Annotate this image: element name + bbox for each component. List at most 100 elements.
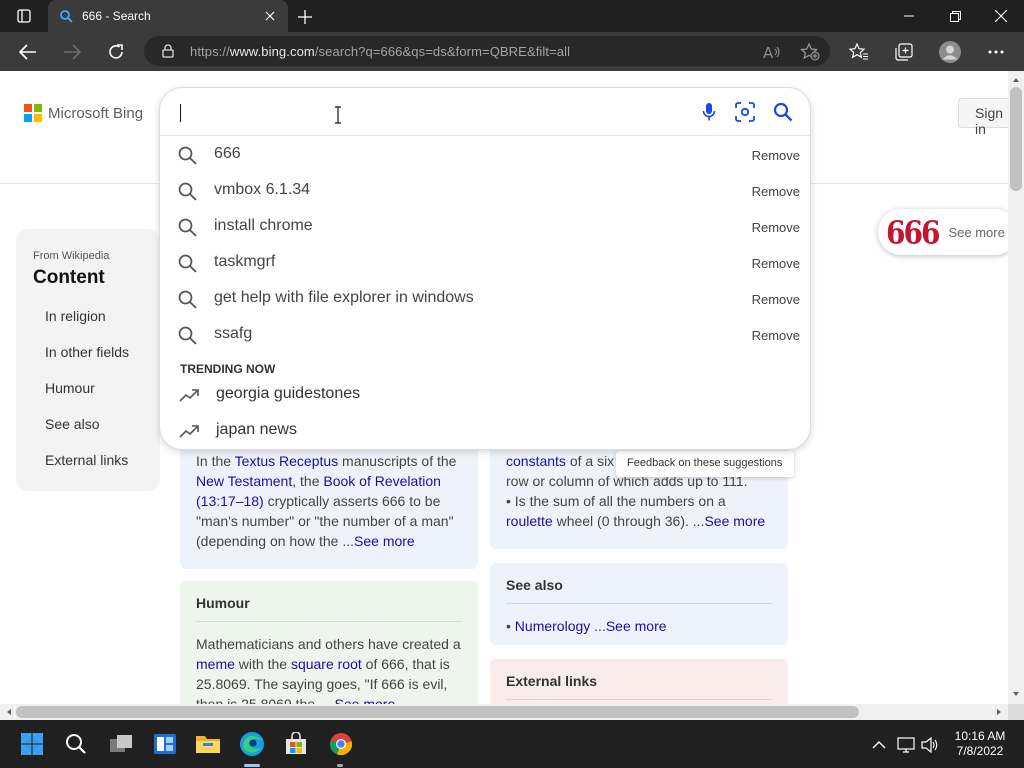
clock-date: 7/8/2022 [956,744,1004,758]
see-also-card: See also • Numerology ...See more [490,563,788,645]
tab-actions-icon[interactable] [13,0,35,32]
refresh-button[interactable] [100,36,132,68]
profile-avatar-icon[interactable] [934,36,966,68]
trending-now-heading: TRENDING NOW [180,362,276,376]
see-also-see-more-link[interactable]: See more [606,618,667,634]
visual-search-camera-icon[interactable] [733,100,757,124]
read-aloud-icon[interactable]: A [756,36,788,68]
suggestion-item[interactable]: get help with file explorer in windows R… [160,281,810,317]
other-fields-see-more-link[interactable]: See more [704,513,765,529]
widgets-icon[interactable] [149,728,181,760]
browser-tab-active[interactable]: 666 - Search [48,0,288,32]
minimize-button[interactable] [886,0,932,32]
religion-text: In the Textus Receptus manuscripts of th… [196,453,457,549]
meme-link[interactable]: meme [196,656,235,672]
constants-link[interactable]: constants [506,453,566,469]
settings-more-icon[interactable] [980,36,1012,68]
revelation-verse-link[interactable]: (13:17–18) [196,493,264,509]
see-also-heading: See also [506,577,772,604]
remove-suggestion-button[interactable]: Remove [752,328,800,343]
edge-browser-icon[interactable] [236,728,268,760]
search-history-icon [178,290,197,309]
related-666-card[interactable]: 666 See more [878,209,1008,255]
suggestions-feedback-link[interactable]: Feedback on these suggestions [616,451,794,477]
voice-search-mic-icon[interactable] [697,100,721,124]
toc-item-in-religion[interactable]: In religion [45,308,106,324]
close-tab-icon[interactable] [262,8,278,24]
url-text[interactable]: https://www.bing.com/search?q=666&qs=ds&… [190,44,570,59]
suggestion-item[interactable]: ssafg Remove [160,317,810,353]
network-icon[interactable] [897,736,915,754]
back-button[interactable] [12,36,44,68]
lock-icon[interactable] [160,43,176,59]
search-autosuggest-panel: 666 Remove vmbox 6.1.34 Remove install c… [160,88,810,449]
humour-see-more-link[interactable]: See more [335,696,396,704]
ibeam-cursor-icon [334,106,342,124]
bing-search-favicon-icon [58,8,74,24]
chrome-browser-icon[interactable] [325,728,357,760]
search-taskbar-icon[interactable] [60,728,92,760]
sidecard-see-more[interactable]: See more [948,225,1004,240]
textus-receptus-link[interactable]: Textus Receptus [235,453,339,469]
new-tab-button[interactable] [294,6,316,28]
trending-arrow-icon [179,424,199,438]
toc-item-see-also[interactable]: See also [45,416,99,432]
toc-item-external-links[interactable]: External links [45,452,128,468]
book-of-revelation-link[interactable]: Book of Revelation [323,473,441,489]
file-explorer-icon[interactable] [192,728,224,760]
remove-suggestion-button[interactable]: Remove [752,148,800,163]
trending-text: japan news [216,421,297,438]
logo-text: Microsoft Bing [48,104,144,122]
suggestion-item[interactable]: vmbox 6.1.34 Remove [160,173,810,209]
vertical-scroll-thumb[interactable] [1010,87,1022,191]
search-submit-icon[interactable] [771,100,795,124]
favorites-icon[interactable] [843,36,875,68]
suggestion-text: vmbox 6.1.34 [214,181,311,198]
suggestion-item[interactable]: 666 Remove [160,137,810,173]
microsoft-store-icon[interactable] [280,728,312,760]
remove-suggestion-button[interactable]: Remove [752,220,800,235]
toc-title: Content [33,267,105,288]
microsoft-bing-logo[interactable]: Microsoft Bing [24,104,143,122]
suggestion-text: ssafg [214,325,253,342]
roulette-link[interactable]: roulette [506,513,553,529]
suggestion-text: get help with file explorer in windows [214,289,474,306]
toc-item-humour[interactable]: Humour [45,380,95,396]
tab-title: 666 - Search [82,9,151,23]
svg-text:A: A [763,44,774,60]
remove-suggestion-button[interactable]: Remove [752,256,800,271]
collections-icon[interactable] [888,36,920,68]
toc-item-in-other-fields[interactable]: In other fields [45,344,129,360]
sidecard-number: 666 [886,213,940,251]
trending-item[interactable]: japan news [160,413,810,449]
show-hidden-icons-chevron-icon[interactable] [870,736,888,754]
search-history-icon [178,146,197,165]
horizontal-scroll-thumb[interactable] [16,706,859,718]
system-clock[interactable]: 10:16 AM 7/8/2022 [948,729,1012,759]
close-window-button[interactable] [978,0,1024,32]
sign-in-button[interactable]: Sign in [958,98,1008,137]
numerology-link[interactable]: Numerology [515,618,590,634]
address-bar[interactable]: https://www.bing.com/search?q=666&qs=ds&… [144,36,830,66]
remove-suggestion-button[interactable]: Remove [752,184,800,199]
restore-button[interactable] [932,0,978,32]
search-input[interactable] [160,88,810,136]
suggestion-item[interactable]: install chrome Remove [160,209,810,245]
square-root-link[interactable]: square root [291,656,362,672]
trending-item[interactable]: georgia guidestones [160,377,810,413]
add-favorite-icon[interactable] [794,36,826,68]
wikipedia-contents-panel: From Wikipedia Content In religion In ot… [16,229,160,491]
new-testament-link[interactable]: New Testament [196,473,292,489]
scrollbar-corner [1008,704,1024,720]
remove-suggestion-button[interactable]: Remove [752,292,800,307]
religion-see-more-link[interactable]: See more [354,533,415,549]
search-history-icon [178,254,197,273]
microsoft-logo-icon [24,104,42,122]
suggestion-item[interactable]: taskmgrf Remove [160,245,810,281]
task-view-icon[interactable] [105,728,137,760]
forward-button[interactable] [56,36,88,68]
volume-icon[interactable] [921,736,939,754]
clock-time: 10:16 AM [954,729,1006,743]
search-history-icon [178,326,197,345]
start-windows-icon[interactable] [16,728,48,760]
